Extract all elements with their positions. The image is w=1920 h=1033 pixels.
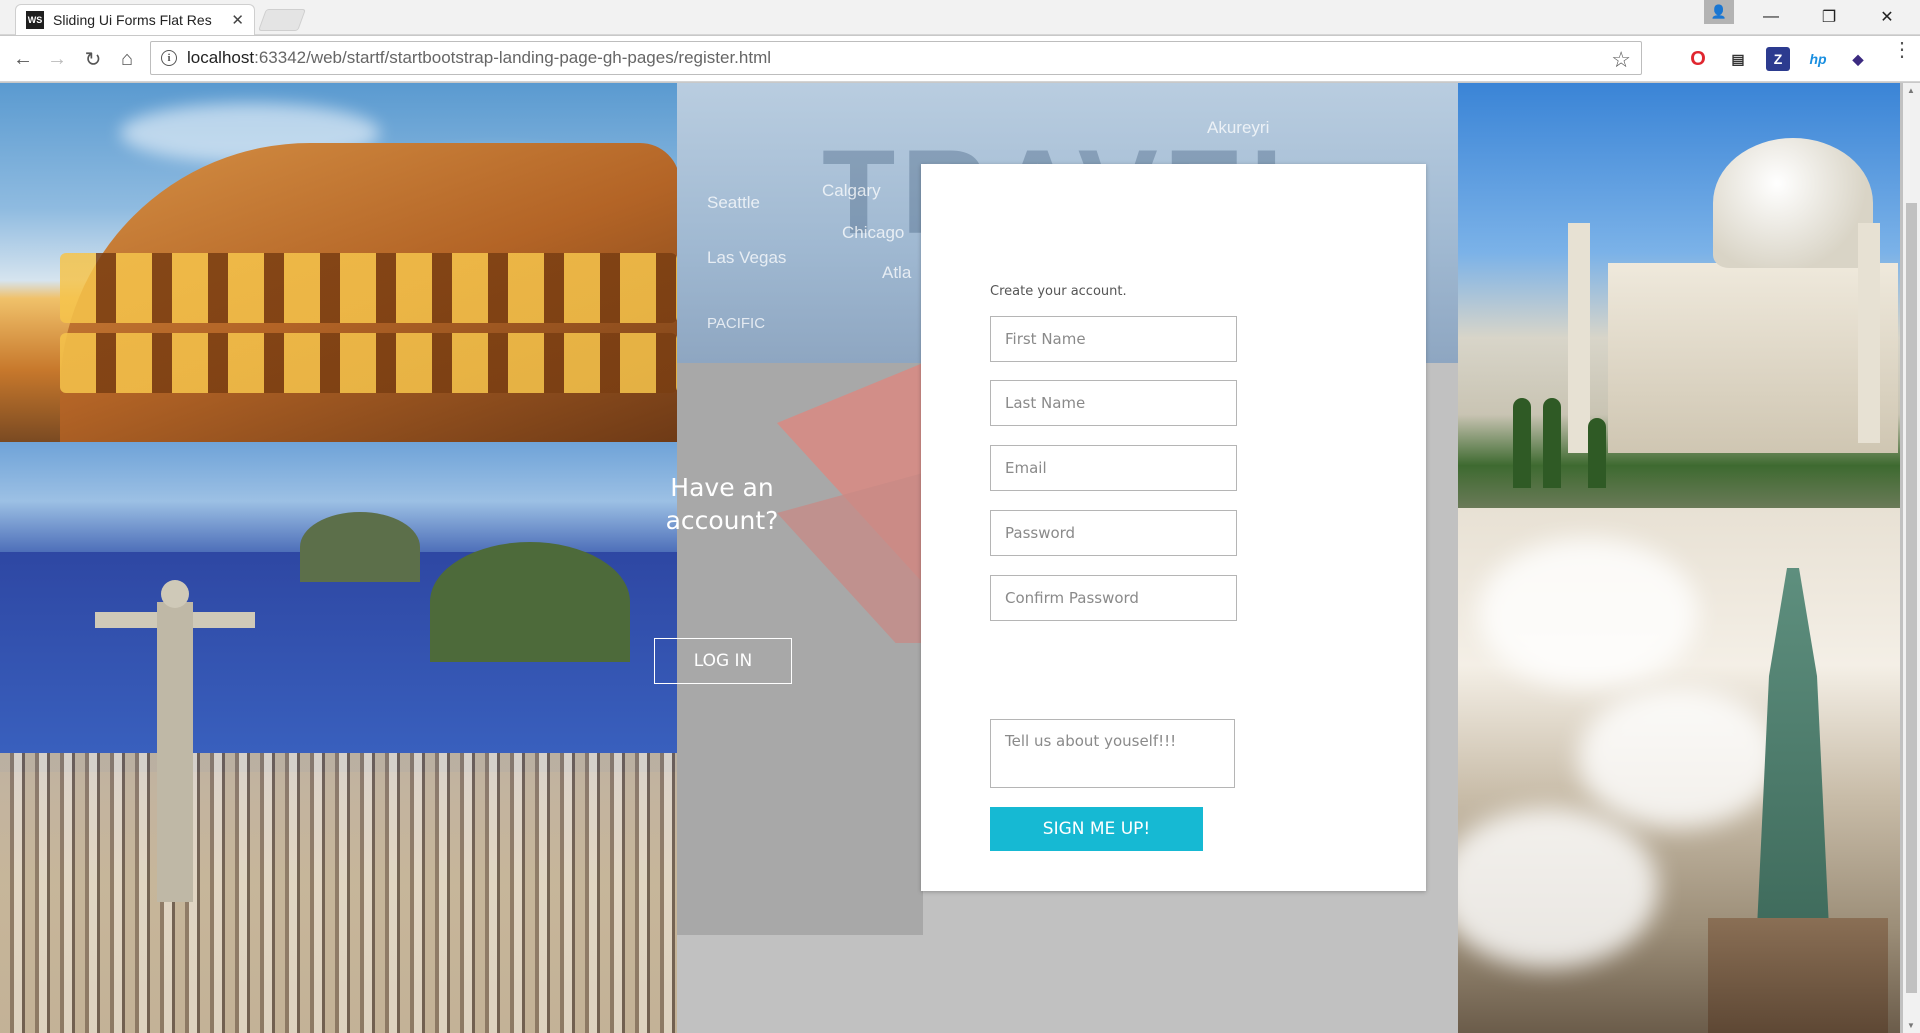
puzzle-extension-icon[interactable]: ◆ [1846,47,1870,71]
christ-statue-shape [95,580,255,902]
tab-bar: WS Sliding Ui Forms Flat Res ✕ 👤 — ❐ ✕ [0,0,1920,35]
minimize-icon[interactable]: — [1742,0,1800,34]
hp-extension-icon[interactable]: hp [1806,47,1830,71]
url-text: localhost:63342/web/startf/startbootstra… [187,48,772,67]
close-tab-icon[interactable]: ✕ [231,11,244,29]
register-card: Create your account. SIGN ME UP! [921,164,1426,891]
tab-title: Sliding Ui Forms Flat Res [53,12,212,28]
password-field[interactable] [990,510,1237,556]
close-window-icon[interactable]: ✕ [1858,0,1916,34]
new-tab-button[interactable] [257,9,307,31]
reload-icon[interactable]: ↻ [80,46,106,72]
browser-tab[interactable]: WS Sliding Ui Forms Flat Res ✕ [15,4,255,35]
info-icon[interactable]: i [161,50,177,66]
browser-toolbar: ← → ↻ ⌂ i localhost:63342/web/startf/sta… [0,36,1920,82]
taj-mahal-image [1458,83,1900,508]
z-extension-icon[interactable]: Z [1766,47,1790,71]
home-icon[interactable]: ⌂ [114,46,140,72]
page-scrollbar[interactable]: ▲ ▼ [1903,83,1920,1033]
address-bar[interactable]: i localhost:63342/web/startf/startbootst… [150,41,1642,75]
last-name-field[interactable] [990,380,1237,426]
bottom-strip [677,935,923,1033]
sign-up-button[interactable]: SIGN ME UP! [990,807,1203,851]
rio-image [0,442,678,1033]
restore-icon[interactable]: ❐ [1800,0,1858,34]
statue-of-liberty-image [1458,508,1900,1033]
confirm-password-field[interactable] [990,575,1237,621]
colosseum-image [0,83,677,442]
first-name-field[interactable] [990,316,1237,362]
about-textarea[interactable] [990,719,1235,788]
bookmark-star-icon[interactable]: ☆ [1611,47,1631,73]
back-icon[interactable]: ← [10,46,36,72]
scroll-thumb[interactable] [1906,203,1917,993]
scroll-down-icon[interactable]: ▼ [1907,1021,1915,1030]
menu-icon[interactable]: ⋮ [1892,40,1912,60]
forward-icon[interactable]: → [44,46,70,72]
page-content: TRAVEL Seattle Calgary Las Vegas Chicago… [0,83,1920,1033]
favicon-icon: WS [26,11,44,29]
reader-extension-icon[interactable]: ▤ [1726,47,1750,71]
form-subtitle: Create your account. [990,284,1127,299]
login-button[interactable]: LOG IN [654,638,792,684]
email-field[interactable] [990,445,1237,491]
have-account-heading: Have an account? [665,473,779,535]
profile-icon[interactable]: 👤 [1704,0,1734,24]
opera-extension-icon[interactable]: O [1686,47,1710,71]
scroll-up-icon[interactable]: ▲ [1907,86,1915,95]
